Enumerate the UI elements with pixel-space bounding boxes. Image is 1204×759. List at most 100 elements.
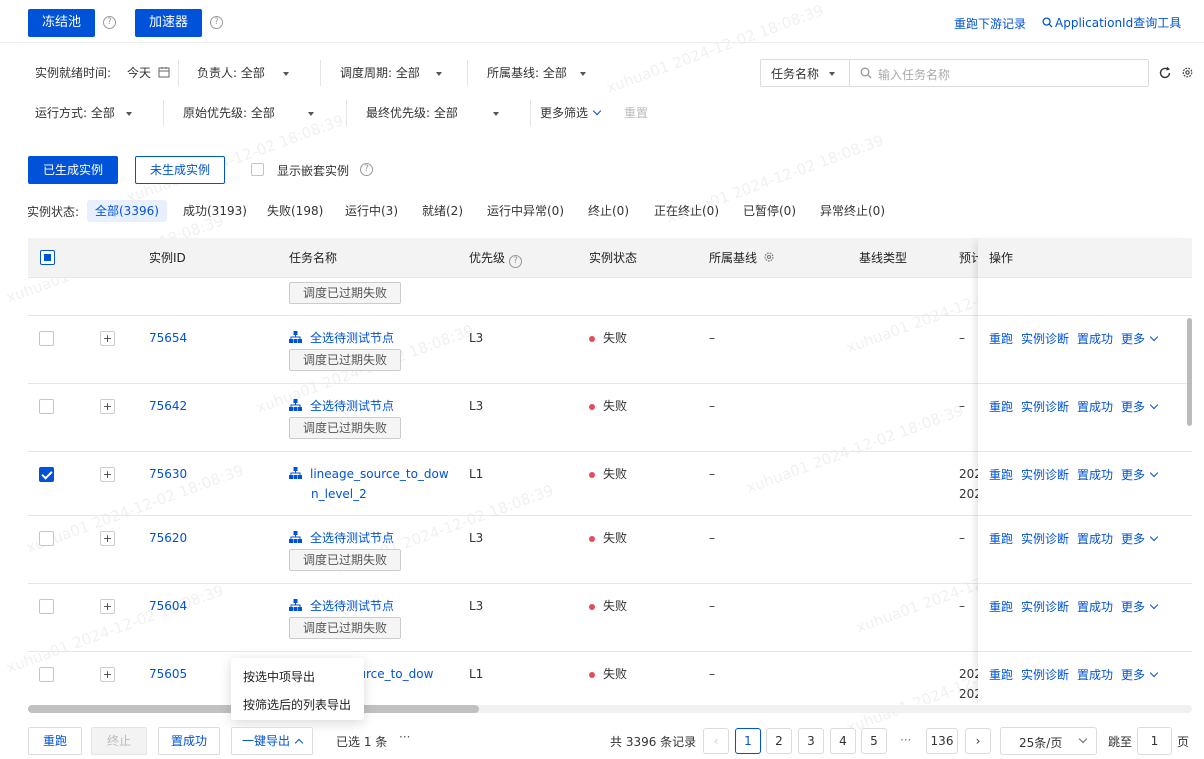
task-name-link[interactable]: lineage_source_to_dow <box>289 465 449 483</box>
row-checkbox[interactable] <box>39 331 54 346</box>
rerun-link[interactable]: 重跑 <box>989 598 1013 615</box>
vertical-scrollbar[interactable] <box>1187 318 1192 426</box>
diagnose-link[interactable]: 实例诊断 <box>1021 598 1069 615</box>
page-3[interactable]: 3 <box>798 728 824 754</box>
status-tab-ready[interactable]: 就绪(2) <box>414 200 471 222</box>
select-all-checkbox[interactable] <box>40 250 55 265</box>
instance-id-link[interactable]: 75604 <box>149 597 187 615</box>
page-4[interactable]: 4 <box>830 728 856 754</box>
task-name-link[interactable]: 全选待测试节点 <box>289 397 394 415</box>
refresh-icon[interactable] <box>1158 66 1172 80</box>
app-id-tool-link[interactable]: ApplicationId查询工具 <box>1042 14 1181 31</box>
jump-input[interactable]: 1 <box>1137 727 1172 755</box>
instance-id-link[interactable]: 75605 <box>149 665 187 683</box>
more-menu[interactable]: 更多 <box>1121 466 1159 483</box>
search-field-select[interactable]: 任务名称 <box>760 59 849 87</box>
cycle-filter[interactable]: 调度周期: 全部 <box>340 63 442 83</box>
help-icon[interactable]: ? <box>360 163 373 176</box>
final-priority-filter[interactable]: 最终优先级: 全部 <box>366 103 499 123</box>
rerun-link[interactable]: 重跑 <box>989 330 1013 347</box>
set-success-link[interactable]: 置成功 <box>1077 330 1113 347</box>
row-checkbox[interactable] <box>39 599 54 614</box>
page-5[interactable]: 5 <box>861 728 887 754</box>
instance-id-link[interactable]: 75654 <box>149 329 187 347</box>
more-menu[interactable]: 更多 <box>1121 598 1159 615</box>
more-menu[interactable]: 更多 <box>1121 330 1159 347</box>
bulk-set-success-button[interactable]: 置成功 <box>158 727 221 755</box>
page-1[interactable]: 1 <box>735 728 761 754</box>
rerun-link[interactable]: 重跑 <box>989 666 1013 683</box>
rerun-link[interactable]: 重跑 <box>989 466 1013 483</box>
baseline-filter[interactable]: 所属基线: 全部 <box>487 63 586 83</box>
orig-priority-filter[interactable]: 原始优先级: 全部 <box>183 103 314 123</box>
rerun-link[interactable]: 重跑 <box>989 530 1013 547</box>
run-mode-filter[interactable]: 运行方式: 全部 <box>35 103 132 123</box>
more-filters-button[interactable]: 更多筛选 <box>540 103 602 123</box>
status-tab-paused[interactable]: 已暂停(0) <box>735 200 804 222</box>
more-menu[interactable]: 更多 <box>1121 666 1159 683</box>
export-button[interactable]: 一键导出 <box>231 727 314 755</box>
instance-id-link[interactable]: 75630 <box>149 465 187 483</box>
accelerator-button[interactable]: 加速器 <box>135 9 203 37</box>
expand-icon[interactable]: + <box>100 331 115 346</box>
more-menu[interactable]: 更多 <box>1121 398 1159 415</box>
status-tab-running-abnormal[interactable]: 运行中异常(0) <box>479 200 572 222</box>
task-name-text-wrap[interactable]: n_level_2 <box>311 485 367 503</box>
more-menu[interactable]: 更多 <box>1121 530 1159 547</box>
diagnose-link[interactable]: 实例诊断 <box>1021 330 1069 347</box>
expand-icon[interactable]: + <box>100 667 115 682</box>
rerun-downstream-link[interactable]: 重跑下游记录 <box>954 15 1026 32</box>
set-success-link[interactable]: 置成功 <box>1077 530 1113 547</box>
next-page-button[interactable]: › <box>965 728 991 754</box>
set-success-link[interactable]: 置成功 <box>1077 666 1113 683</box>
page-last[interactable]: 136 <box>926 728 958 754</box>
help-icon[interactable]: ? <box>103 16 116 29</box>
task-name-link[interactable]: 全选待测试节点 <box>289 529 394 547</box>
set-success-link[interactable]: 置成功 <box>1077 398 1113 415</box>
row-checkbox[interactable] <box>39 467 54 482</box>
settings-icon[interactable] <box>763 251 775 263</box>
page-2[interactable]: 2 <box>766 728 792 754</box>
status-tab-abnormal-terminated[interactable]: 异常终止(0) <box>812 200 893 222</box>
bulk-rerun-button[interactable]: 重跑 <box>28 727 83 755</box>
row-checkbox[interactable] <box>39 531 54 546</box>
row-checkbox[interactable] <box>39 667 54 682</box>
expand-icon[interactable]: + <box>100 531 115 546</box>
tab-generated[interactable]: 已生成实例 <box>28 156 119 184</box>
owner-filter[interactable]: 负责人: 全部 <box>197 63 289 83</box>
instance-id-link[interactable]: 75642 <box>149 397 187 415</box>
status-tab-terminating[interactable]: 正在终止(0) <box>646 200 727 222</box>
reset-button[interactable]: 重置 <box>624 103 648 123</box>
row-checkbox[interactable] <box>39 399 54 414</box>
status-tab-running[interactable]: 运行中(3) <box>337 200 406 222</box>
status-tab-terminated[interactable]: 终止(0) <box>580 200 637 222</box>
task-name-link[interactable]: 全选待测试节点 <box>289 597 394 615</box>
expand-icon[interactable]: + <box>100 467 115 482</box>
settings-icon[interactable] <box>1181 66 1194 79</box>
page-size-select[interactable]: 25条/页 <box>1000 727 1097 755</box>
expand-icon[interactable]: + <box>100 599 115 614</box>
diagnose-link[interactable]: 实例诊断 <box>1021 398 1069 415</box>
more-actions-icon[interactable]: ··· <box>399 730 410 744</box>
prev-page-button[interactable]: ‹ <box>703 728 729 754</box>
diagnose-link[interactable]: 实例诊断 <box>1021 466 1069 483</box>
bulk-terminate-button[interactable]: 终止 <box>91 727 148 755</box>
help-icon[interactable]: ? <box>509 255 523 268</box>
diagnose-link[interactable]: 实例诊断 <box>1021 666 1069 683</box>
set-success-link[interactable]: 置成功 <box>1077 598 1113 615</box>
set-success-link[interactable]: 置成功 <box>1077 466 1113 483</box>
status-tab-failed[interactable]: 失败(198) <box>259 200 331 222</box>
diagnose-link[interactable]: 实例诊断 <box>1021 530 1069 547</box>
help-icon[interactable]: ? <box>210 16 223 29</box>
search-input[interactable]: 输入任务名称 <box>849 59 1149 87</box>
expand-icon[interactable]: + <box>100 399 115 414</box>
task-name-link[interactable]: 全选待测试节点 <box>289 329 394 347</box>
instance-id-link[interactable]: 75620 <box>149 529 187 547</box>
status-tab-all[interactable]: 全部(3396) <box>87 200 167 222</box>
export-selected-item[interactable]: 按选中项导出 <box>243 668 315 685</box>
show-nested-checkbox[interactable] <box>251 163 264 176</box>
ready-time-filter[interactable]: 今天 <box>127 63 170 83</box>
rerun-link[interactable]: 重跑 <box>989 398 1013 415</box>
freeze-pool-button[interactable]: 冻结池 <box>28 9 96 37</box>
status-tab-success[interactable]: 成功(3193) <box>175 200 255 222</box>
